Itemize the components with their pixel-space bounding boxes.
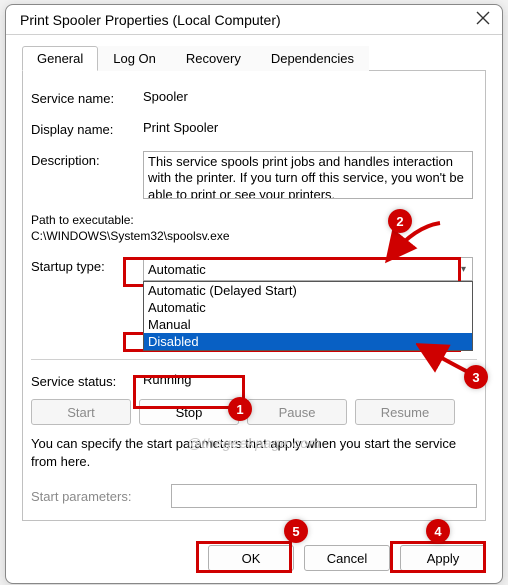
tabstrip: General Log On Recovery Dependencies — [22, 45, 486, 71]
dialog-button-row: OK Cancel Apply 5 4 — [6, 535, 502, 583]
dialog-content: General Log On Recovery Dependencies Ser… — [6, 35, 502, 535]
service-status-value: Running — [143, 372, 477, 387]
start-params-input[interactable] — [171, 484, 477, 508]
titlebar: Print Spooler Properties (Local Computer… — [6, 5, 502, 35]
window-title: Print Spooler Properties (Local Computer… — [20, 12, 281, 28]
close-icon — [476, 11, 490, 25]
tab-pane-general: Service name: Spooler Display name: Prin… — [22, 71, 486, 521]
startup-option-disabled[interactable]: Disabled — [144, 333, 472, 350]
pause-button[interactable]: Pause — [247, 399, 347, 425]
tab-logon[interactable]: Log On — [98, 46, 171, 71]
start-params-note: You can specify the start parameters tha… — [31, 435, 477, 470]
display-name-value: Print Spooler — [143, 120, 477, 135]
startup-type-selected: Automatic — [148, 262, 206, 277]
properties-dialog: Print Spooler Properties (Local Computer… — [5, 4, 503, 584]
startup-option-manual[interactable]: Manual — [144, 316, 472, 333]
start-params-label: Start parameters: — [31, 489, 171, 504]
display-name-label: Display name: — [31, 120, 143, 137]
startup-type-select[interactable]: Automatic ▾ — [143, 257, 473, 281]
resume-button[interactable]: Resume — [355, 399, 455, 425]
startup-type-label: Startup type: — [31, 257, 143, 274]
ok-button[interactable]: OK — [208, 545, 294, 571]
service-name-value: Spooler — [143, 89, 477, 104]
tab-general[interactable]: General — [22, 46, 98, 71]
startup-type-dropdown: Automatic (Delayed Start) Automatic Manu… — [143, 281, 473, 351]
path-label: Path to executable: — [31, 213, 477, 227]
startup-option-delayed[interactable]: Automatic (Delayed Start) — [144, 282, 472, 299]
path-value: C:\WINDOWS\System32\spoolsv.exe — [31, 229, 477, 243]
service-status-label: Service status: — [31, 372, 143, 389]
start-button[interactable]: Start — [31, 399, 131, 425]
close-button[interactable] — [476, 11, 490, 28]
chevron-down-icon: ▾ — [461, 264, 466, 275]
startup-option-automatic[interactable]: Automatic — [144, 299, 472, 316]
apply-button[interactable]: Apply — [400, 545, 486, 571]
cancel-button[interactable]: Cancel — [304, 545, 390, 571]
tab-recovery[interactable]: Recovery — [171, 46, 256, 71]
description-label: Description: — [31, 151, 143, 168]
description-textbox[interactable]: This service spools print jobs and handl… — [143, 151, 473, 199]
stop-button[interactable]: Stop — [139, 399, 239, 425]
tab-dependencies[interactable]: Dependencies — [256, 46, 369, 71]
service-name-label: Service name: — [31, 89, 143, 106]
